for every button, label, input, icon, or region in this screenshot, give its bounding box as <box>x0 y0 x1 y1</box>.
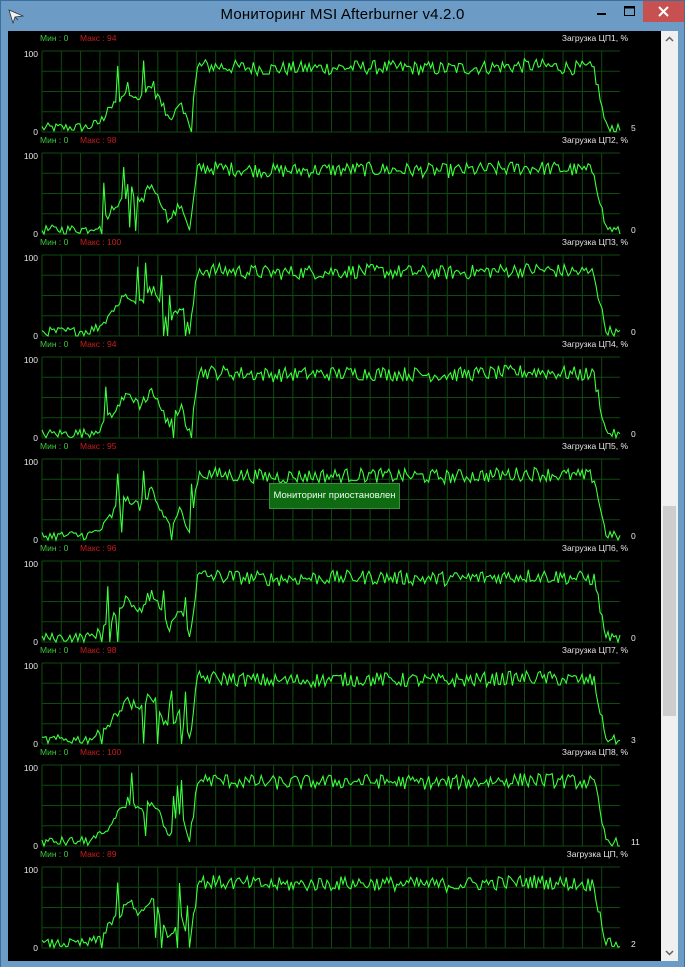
minimize-icon <box>597 13 606 15</box>
y-axis-min-label: 0 <box>33 433 38 443</box>
graph-title: Загрузка ЦП5, % <box>562 441 629 451</box>
y-axis-min-label: 0 <box>33 127 38 137</box>
min-value-label: Мин : 0 <box>40 441 69 451</box>
y-axis-min-label: 0 <box>33 841 38 851</box>
graph-title: Загрузка ЦП3, % <box>562 237 629 247</box>
cpu-graph-pane[interactable]: Мин : 0 Макс : 94 Загрузка ЦП1, % 100 0 5 <box>24 33 636 137</box>
scroll-down-icon[interactable] <box>661 944 678 961</box>
maximize-button[interactable] <box>616 1 643 22</box>
app-window: Мониторинг MSI Afterburner v4.2.0 Мин : … <box>0 0 685 967</box>
min-value-label: Мин : 0 <box>40 237 69 247</box>
current-value-label: 0 <box>631 225 636 235</box>
y-axis-min-label: 0 <box>33 535 38 545</box>
y-axis-max-label: 100 <box>24 763 38 773</box>
max-value-label: Макс : 94 <box>80 33 117 43</box>
y-axis-max-label: 100 <box>24 49 38 59</box>
max-value-label: Макс : 100 <box>80 747 122 757</box>
min-value-label: Мин : 0 <box>40 849 69 859</box>
scroll-up-icon[interactable] <box>661 31 678 48</box>
max-value-label: Макс : 100 <box>80 237 122 247</box>
graph-title: Загрузка ЦП4, % <box>562 339 629 349</box>
window-frame-right <box>678 31 684 961</box>
max-value-label: Макс : 95 <box>80 441 117 451</box>
graph-title: Загрузка ЦП8, % <box>562 747 629 757</box>
min-value-label: Мин : 0 <box>40 543 69 553</box>
current-value-label: 0 <box>631 531 636 541</box>
min-value-label: Мин : 0 <box>40 33 69 43</box>
cpu-graph-pane[interactable]: Мин : 0 Макс : 98 Загрузка ЦП2, % 100 0 0 <box>24 135 636 239</box>
scrollbar-thumb[interactable] <box>663 506 676 716</box>
graph-title: Загрузка ЦП, % <box>567 849 629 859</box>
y-axis-max-label: 100 <box>24 151 38 161</box>
window-frame-left <box>1 31 8 961</box>
current-value-label: 0 <box>631 633 636 643</box>
graph-title: Загрузка ЦП1, % <box>562 33 629 43</box>
y-axis-min-label: 0 <box>33 637 38 647</box>
min-value-label: Мин : 0 <box>40 645 69 655</box>
y-axis-max-label: 100 <box>24 865 38 875</box>
y-axis-max-label: 100 <box>24 355 38 365</box>
maximize-icon <box>624 6 635 16</box>
cpu-graph-pane[interactable]: Мин : 0 Макс : 89 Загрузка ЦП, % 100 0 2 <box>24 849 636 953</box>
current-value-label: 0 <box>631 327 636 337</box>
cpu-graph-pane[interactable]: Мин : 0 Макс : 100 Загрузка ЦП3, % 100 0 0 <box>24 237 636 341</box>
y-axis-max-label: 100 <box>24 457 38 467</box>
max-value-label: Макс : 98 <box>80 645 117 655</box>
max-value-label: Макс : 98 <box>80 135 117 145</box>
min-value-label: Мин : 0 <box>40 135 69 145</box>
y-axis-max-label: 100 <box>24 559 38 569</box>
current-value-label: 5 <box>631 123 636 133</box>
monitoring-paused-overlay: Мониторинг приостановлен <box>269 483 400 509</box>
max-value-label: Макс : 94 <box>80 339 117 349</box>
y-axis-min-label: 0 <box>33 229 38 239</box>
max-value-label: Макс : 89 <box>80 849 117 859</box>
graph-title: Загрузка ЦП2, % <box>562 135 629 145</box>
y-axis-min-label: 0 <box>33 331 38 341</box>
current-value-label: 3 <box>631 735 636 745</box>
window-frame-bottom <box>1 961 684 967</box>
cpu-graph-pane[interactable]: Мин : 0 Макс : 94 Загрузка ЦП4, % 100 0 0 <box>24 339 636 443</box>
vertical-scrollbar[interactable] <box>661 31 678 961</box>
cpu-graph-pane[interactable]: Мин : 0 Макс : 96 Загрузка ЦП6, % 100 0 0 <box>24 543 636 647</box>
y-axis-max-label: 100 <box>24 253 38 263</box>
y-axis-min-label: 0 <box>33 943 38 953</box>
current-value-label: 11 <box>631 837 640 847</box>
close-button[interactable] <box>643 1 684 22</box>
current-value-label: 2 <box>631 939 636 949</box>
cpu-graph-pane[interactable]: Мин : 0 Макс : 98 Загрузка ЦП7, % 100 0 3 <box>24 645 636 749</box>
minimize-button[interactable] <box>587 1 616 22</box>
y-axis-min-label: 0 <box>33 739 38 749</box>
graph-title: Загрузка ЦП7, % <box>562 645 629 655</box>
window-title: Мониторинг MSI Afterburner v4.2.0 <box>220 6 465 23</box>
close-icon <box>658 6 669 17</box>
max-value-label: Макс : 96 <box>80 543 117 553</box>
cpu-graph-pane[interactable]: Мин : 0 Макс : 100 Загрузка ЦП8, % 100 0 11 <box>24 747 640 851</box>
title-bar[interactable]: Мониторинг MSI Afterburner v4.2.0 <box>1 1 684 31</box>
current-value-label: 0 <box>631 429 636 439</box>
graph-title: Загрузка ЦП6, % <box>562 543 629 553</box>
y-axis-max-label: 100 <box>24 661 38 671</box>
min-value-label: Мин : 0 <box>40 339 69 349</box>
min-value-label: Мин : 0 <box>40 747 69 757</box>
